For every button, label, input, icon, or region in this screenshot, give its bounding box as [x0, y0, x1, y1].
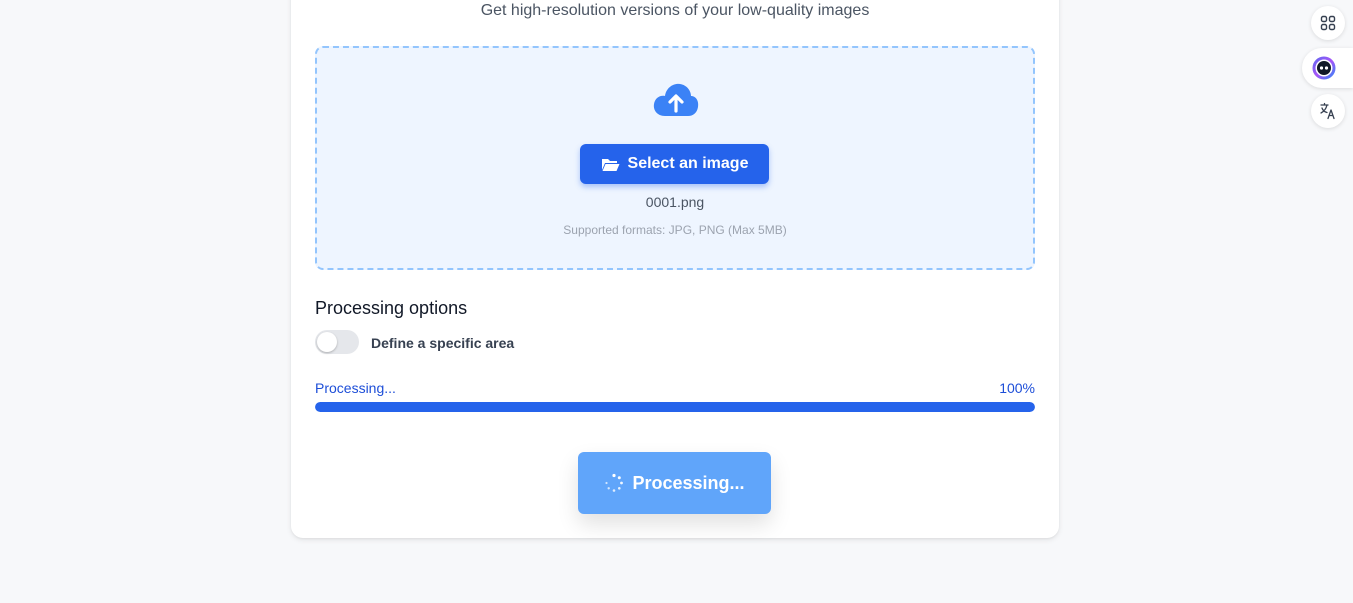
folder-open-icon	[601, 158, 620, 171]
processing-options-title: Processing options	[315, 298, 468, 318]
select-image-button[interactable]: Select an image	[580, 144, 769, 184]
define-area-toggle[interactable]	[315, 330, 359, 354]
assistant-button[interactable]	[1302, 48, 1353, 88]
process-button-label: Processing...	[632, 472, 745, 493]
progress-percent: 100%	[999, 380, 1035, 396]
supported-formats-hint: Supported formats: JPG, PNG (Max 5MB)	[563, 223, 787, 237]
apps-grid-icon	[1320, 15, 1336, 31]
upscaler-card: Get high-resolution versions of your low…	[291, 0, 1059, 538]
process-button[interactable]: Processing...	[578, 452, 771, 514]
apps-grid-button[interactable]	[1311, 6, 1345, 40]
page-subtitle: Get high-resolution versions of your low…	[480, 2, 870, 19]
progress-fill	[315, 402, 1035, 412]
spinner-icon	[605, 473, 624, 492]
select-image-label: Select an image	[627, 155, 749, 172]
translate-button[interactable]	[1311, 94, 1345, 128]
cloud-upload-icon	[653, 83, 699, 116]
toggle-knob	[317, 332, 337, 352]
assistant-bot-icon	[1312, 56, 1336, 80]
translate-icon	[1320, 102, 1335, 120]
define-area-label: Define a specific area	[371, 335, 515, 351]
selected-filename: 0001.png	[645, 194, 705, 210]
upload-dropzone[interactable]: Select an image 0001.png Supported forma…	[315, 46, 1035, 270]
progress-label: Processing...	[315, 380, 396, 396]
progress-bar	[315, 402, 1035, 412]
